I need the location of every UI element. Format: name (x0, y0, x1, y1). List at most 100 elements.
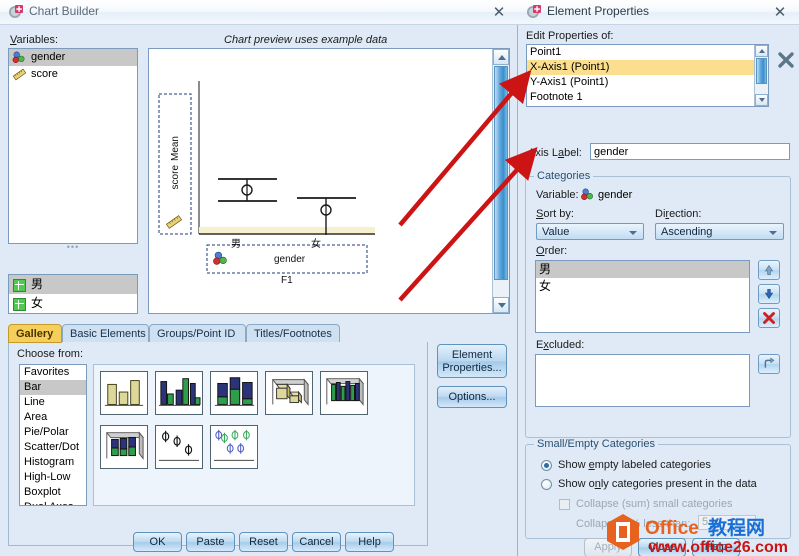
restore-category-button[interactable] (758, 354, 780, 374)
chart-type-area[interactable]: Area (20, 410, 86, 425)
chart-builder-close-icon[interactable]: ✕ (490, 3, 508, 21)
element-properties-button[interactable]: Element Properties... (437, 344, 507, 378)
delete-x-icon[interactable] (776, 50, 796, 70)
chart-preview-scrollbar[interactable] (492, 49, 509, 313)
scroll-up-icon[interactable] (755, 45, 768, 57)
tab-groups-point-id[interactable]: Groups/Point ID (149, 324, 246, 343)
property-item-y-axis1[interactable]: Y-Axis1 (Point1) (527, 75, 768, 90)
element-properties-button-line1: Element (451, 349, 493, 361)
chart-type-pie-polar[interactable]: Pie/Polar (20, 425, 86, 440)
arrow-up-icon (764, 264, 774, 275)
gallery-thumb-simple-error-bar[interactable] (155, 425, 203, 469)
gallery-thumb-clustered-error-bar[interactable] (210, 425, 258, 469)
paste-button[interactable]: Paste (186, 532, 235, 552)
chart-builder-titlebar: Chart Builder ✕ (0, 0, 518, 25)
chart-type-line[interactable]: Line (20, 395, 86, 410)
chart-type-bar[interactable]: Bar (20, 380, 86, 395)
variable-item-gender[interactable]: gender (9, 49, 137, 66)
chart-preview-graphic (158, 81, 375, 274)
small-empty-group-title: Small/Empty Categories (534, 438, 658, 450)
reset-button[interactable]: Reset (239, 532, 288, 552)
remove-category-button[interactable] (758, 308, 780, 328)
tab-gallery[interactable]: Gallery (8, 324, 62, 343)
element-properties-close-icon[interactable]: ✕ (771, 3, 789, 21)
edit-properties-list[interactable]: Point1 X-Axis1 (Point1) Y-Axis1 (Point1)… (526, 44, 769, 107)
variable-item-score[interactable]: score (9, 66, 137, 83)
close-button[interactable]: Close (638, 538, 686, 556)
order-item-female[interactable]: 女 (536, 278, 749, 295)
chart-builder-app-icon (9, 5, 23, 18)
variable-categories-list[interactable]: 男 女 (8, 274, 138, 314)
category-item-female[interactable]: 女 (9, 294, 137, 313)
chart-type-histogram[interactable]: Histogram (20, 455, 86, 470)
scrollbar-thumb[interactable] (756, 58, 767, 84)
chart-type-list[interactable]: Favorites Bar Line Area Pie/Polar Scatte… (19, 364, 87, 506)
order-item-male[interactable]: 男 (536, 261, 749, 278)
radio-show-only-present[interactable] (541, 479, 552, 490)
gallery-thumb-stacked-3d-bar[interactable] (100, 425, 148, 469)
category-item-male[interactable]: 男 (9, 275, 137, 294)
radio-show-empty-label[interactable]: Show empty labeled categories (558, 459, 711, 471)
preview-footnote-partial: F1 (281, 275, 293, 283)
variables-list[interactable]: gender score (8, 48, 138, 244)
variable-label: Variable: (536, 189, 579, 201)
chart-type-high-low[interactable]: High-Low (20, 470, 86, 485)
property-item-footnote1[interactable]: Footnote 1 (527, 90, 768, 105)
gallery-thumb-clustered-bar[interactable] (155, 371, 203, 415)
scroll-up-icon[interactable] (493, 49, 509, 65)
sort-by-select[interactable]: Value (536, 223, 644, 240)
variables-label: Variables: (10, 34, 59, 46)
nominal-icon (213, 251, 227, 265)
gallery-thumb-simple-bar[interactable] (100, 371, 148, 415)
ep-help-button[interactable]: Help (692, 538, 740, 556)
categories-group-title: Categories (534, 170, 594, 182)
apply-button[interactable]: Apply (584, 538, 632, 556)
tab-basic-elements[interactable]: Basic Elements (62, 324, 149, 343)
chart-preview-canvas[interactable]: Mean score 男 女 gender F1 (149, 49, 494, 313)
chart-type-boxplot[interactable]: Boxplot (20, 485, 86, 500)
gallery-thumb-clustered-3d-bar[interactable] (320, 371, 368, 415)
arrow-return-icon (764, 357, 775, 368)
gallery-thumbnails (93, 364, 415, 506)
cancel-button[interactable]: Cancel (292, 532, 341, 552)
chart-preview-caption: Chart preview uses example data (224, 34, 388, 46)
move-down-button[interactable] (758, 284, 780, 304)
chart-preview-panel[interactable]: Mean score 男 女 gender F1 (148, 48, 510, 314)
category-label: 男 (31, 277, 44, 291)
scroll-down-icon[interactable] (755, 94, 768, 106)
collapse-small-checkbox[interactable] (559, 499, 570, 510)
scrollbar-thumb[interactable] (494, 66, 508, 280)
nominal-icon (12, 51, 25, 63)
property-item-x-axis1[interactable]: X-Axis1 (Point1) (527, 60, 768, 75)
chart-type-scatter-dot[interactable]: Scatter/Dot (20, 440, 86, 455)
ok-button[interactable]: OK (133, 532, 182, 552)
radio-show-only-present-label[interactable]: Show only categories present in the data (558, 478, 757, 490)
scroll-down-icon[interactable] (493, 297, 509, 313)
radio-show-empty[interactable] (541, 460, 552, 471)
chart-builder-body: Variables: gender score ••• 男 女 Chart pr… (0, 24, 518, 556)
chart-type-dual-axes[interactable]: Dual Axes (20, 500, 86, 505)
move-up-button[interactable] (758, 260, 780, 280)
chart-type-favorites[interactable]: Favorites (20, 365, 86, 380)
options-button[interactable]: Options... (437, 386, 507, 408)
chevron-down-icon (629, 231, 637, 235)
sort-by-label: Sort by: (536, 208, 574, 220)
help-button[interactable]: Help (345, 532, 394, 552)
edit-properties-scrollbar[interactable] (754, 45, 768, 106)
axis-label-input[interactable] (590, 143, 790, 160)
direction-select[interactable]: Ascending (655, 223, 784, 240)
sort-by-value: Value (542, 226, 570, 238)
property-item-point1[interactable]: Point1 (527, 45, 768, 60)
excluded-list[interactable] (535, 354, 750, 407)
collapse-small-checkbox-label[interactable]: Collapse (sum) small categories (576, 498, 733, 510)
order-list[interactable]: 男 女 (535, 260, 750, 333)
variables-splitter-handle[interactable]: ••• (8, 243, 138, 252)
direction-label: Direction: (655, 208, 702, 220)
element-properties-body: Edit Properties of: Point1 X-Axis1 (Poin… (518, 24, 799, 556)
collapse-threshold-input[interactable]: 5 (698, 515, 756, 530)
gallery-thumb-simple-3d-bar[interactable] (265, 371, 313, 415)
variable-label: gender (31, 51, 66, 63)
chevron-down-icon (769, 231, 777, 235)
gallery-thumb-stacked-bar[interactable] (210, 371, 258, 415)
tab-titles-footnotes[interactable]: Titles/Footnotes (246, 324, 340, 343)
